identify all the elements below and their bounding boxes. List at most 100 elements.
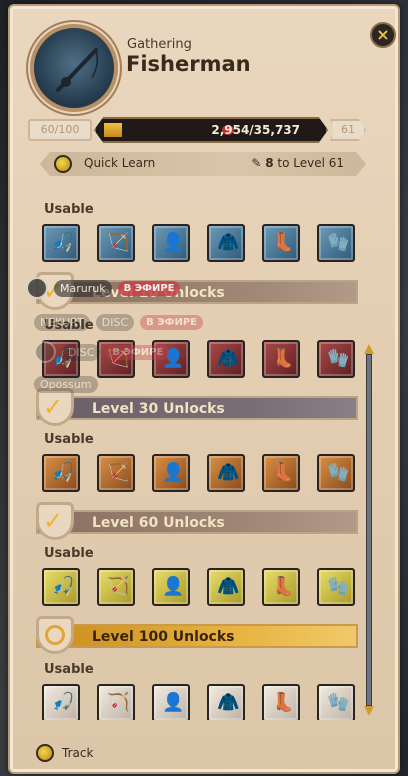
item-row: 🎣 🏹 👤 🧥 👢 🧤: [42, 568, 362, 608]
stream-entry[interactable]: Opossum: [34, 374, 98, 394]
streamer-name: Opossum: [34, 375, 98, 393]
stream-overlay: Maruruk В ЭФИРЕ NEKURT DISC В ЭФИРЕ DISC…: [26, 277, 326, 398]
quick-learn-suffix: to Level 61: [273, 156, 344, 170]
boots-icon: 👢: [272, 692, 295, 713]
item-hood[interactable]: 👤: [152, 684, 190, 720]
item-jacket[interactable]: 🧥: [207, 224, 245, 262]
unlock-banner-label: Level 100 Unlocks: [92, 629, 235, 645]
item-fishing-rod[interactable]: 🎣: [42, 568, 80, 606]
xp-text: 2,954/35,737: [211, 123, 300, 137]
item-fishing-rod[interactable]: 🎣: [42, 224, 80, 262]
unlock-banner[interactable]: Level 60 Unlocks: [36, 510, 358, 534]
profession-title: Fisherman: [126, 52, 251, 76]
jacket-icon: 🧥: [217, 576, 240, 597]
profession-portrait: [30, 24, 118, 112]
jacket-icon: 🧥: [217, 462, 240, 483]
streamer-name: Maruruk: [54, 279, 112, 297]
quick-learn-count: 8: [265, 156, 274, 170]
item-hood[interactable]: 👤: [152, 568, 190, 606]
fishing-rod-icon: [56, 48, 99, 92]
unlock-banner-label: Level 30 Unlocks: [92, 401, 225, 417]
level-shield: ✓: [36, 502, 74, 540]
locked-ring-icon: [45, 625, 65, 645]
gloves-icon: 🧤: [327, 232, 350, 253]
item-hood[interactable]: 👤: [152, 224, 190, 262]
bow-icon: 🏹: [107, 232, 130, 253]
hood-icon: 👤: [162, 692, 185, 713]
item-jacket[interactable]: 🧥: [207, 454, 245, 492]
unlock-list[interactable]: Usable 🎣 🏹 👤 🧥 👢 🧤 Level 10 Unlocks ✓ Us…: [24, 180, 370, 720]
item-fishing-rod[interactable]: 🎣: [42, 454, 80, 492]
scrollbar[interactable]: [364, 344, 374, 716]
item-bow[interactable]: 🏹: [97, 684, 135, 720]
item-bow[interactable]: 🏹: [97, 454, 135, 492]
item-fishing-rod[interactable]: 🎣: [42, 684, 80, 720]
boots-icon: 👢: [272, 232, 295, 253]
unlock-banner[interactable]: Level 30 Unlocks: [36, 396, 358, 420]
item-row: 🎣 🏹 👤 🧥 👢 🧤: [42, 454, 362, 494]
xp-bar: 2,954/35,737: [94, 117, 328, 143]
hood-icon: 👤: [162, 462, 185, 483]
item-boots[interactable]: 👢: [262, 568, 300, 606]
live-badge: В ЭФИРЕ: [117, 280, 181, 296]
hood-icon: 👤: [162, 576, 185, 597]
quick-learn-bar[interactable]: Quick Learn ✎ 8 to Level 61: [40, 152, 366, 176]
usable-label: Usable: [44, 662, 94, 677]
gloves-icon: 🧤: [327, 576, 350, 597]
quick-learn-label: Quick Learn: [84, 156, 156, 170]
bow-icon: 🏹: [107, 692, 130, 713]
streamer-name: NEKURT: [34, 313, 90, 331]
usable-label: Usable: [44, 202, 94, 217]
discord-label: DISC: [95, 313, 135, 331]
unlock-banner[interactable]: Level 100 Unlocks: [36, 624, 358, 648]
item-bow[interactable]: 🏹: [97, 224, 135, 262]
item-hood[interactable]: 👤: [152, 454, 190, 492]
gloves-icon: 🧤: [327, 462, 350, 483]
level-progress: 60/100 2,954/35,737 61: [28, 117, 368, 143]
usable-label: Usable: [44, 546, 94, 561]
close-button[interactable]: ×: [370, 22, 396, 48]
fishing-rod-icon: 🎣: [52, 462, 75, 483]
stream-entry[interactable]: Maruruk В ЭФИРЕ: [26, 277, 181, 299]
jacket-icon: 🧥: [217, 232, 240, 253]
quick-learn-cost: ✎ 8 to Level 61: [251, 156, 344, 170]
item-jacket[interactable]: 🧥: [207, 568, 245, 606]
boots-icon: 👢: [272, 462, 295, 483]
live-badge: В ЭФИРЕ: [106, 344, 170, 360]
item-gloves[interactable]: 🧤: [317, 454, 355, 492]
scroll-down-arrow-icon[interactable]: [364, 706, 374, 716]
item-row: 🎣 🏹 👤 🧥 👢 🧤: [42, 684, 362, 720]
track-label: Track: [62, 746, 94, 760]
current-level: 60/100: [28, 119, 92, 141]
item-gloves[interactable]: 🧤: [317, 568, 355, 606]
live-badge: В ЭФИРЕ: [140, 314, 203, 330]
track-coin-icon: [36, 744, 54, 762]
scroll-track[interactable]: [366, 354, 372, 706]
fishing-rod-icon: 🎣: [52, 576, 75, 597]
stream-entry[interactable]: DISC В ЭФИРЕ: [34, 341, 170, 363]
usable-label: Usable: [44, 432, 94, 447]
item-gloves[interactable]: 🧤: [317, 684, 355, 720]
fishing-rod-icon: 🎣: [52, 692, 75, 713]
level-shield: [36, 616, 74, 654]
bow-icon: 🏹: [107, 576, 130, 597]
item-boots[interactable]: 👢: [262, 684, 300, 720]
item-boots[interactable]: 👢: [262, 454, 300, 492]
item-boots[interactable]: 👢: [262, 224, 300, 262]
fishing-rod-icon: 🎣: [52, 232, 75, 253]
avatar: [26, 277, 48, 299]
scroll-up-arrow-icon[interactable]: [364, 344, 374, 354]
gloves-icon: 🧤: [327, 348, 350, 369]
track-toggle[interactable]: Track: [36, 744, 93, 762]
item-gloves[interactable]: 🧤: [317, 224, 355, 262]
book-icon: ✎: [251, 156, 262, 170]
gloves-icon: 🧤: [327, 692, 350, 713]
next-level: 61: [330, 119, 366, 141]
hood-icon: 👤: [162, 232, 185, 253]
check-icon: ✓: [43, 507, 64, 535]
unlock-banner-label: Level 60 Unlocks: [92, 515, 225, 531]
stream-entry[interactable]: NEKURT DISC В ЭФИРЕ: [34, 312, 203, 332]
item-jacket[interactable]: 🧥: [207, 684, 245, 720]
item-bow[interactable]: 🏹: [97, 568, 135, 606]
coin-icon: [54, 155, 72, 173]
